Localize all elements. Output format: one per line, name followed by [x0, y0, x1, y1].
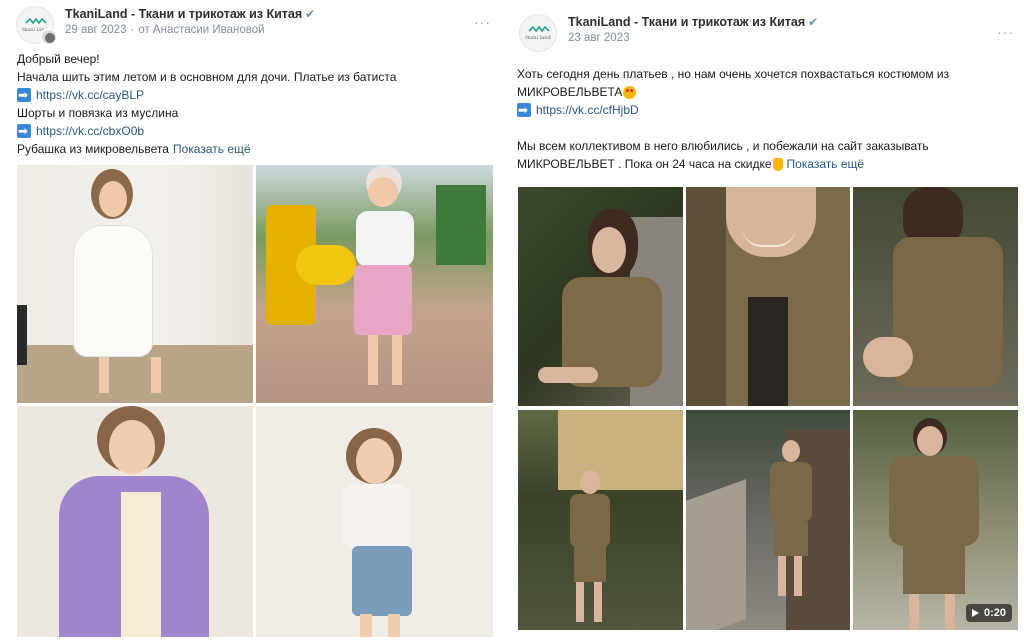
text-line: МИКРОВЕЛЬВЕТ . Пока он 24 часа на скидке: [517, 157, 772, 171]
verified-icon: ✔: [808, 15, 819, 29]
text-line: Добрый вечер!: [17, 52, 100, 66]
post-right: tkani land TkaniLand - Ткани и трикотаж …: [505, 0, 1024, 640]
post-link[interactable]: https://vk.cc/cbxO0b: [36, 122, 144, 140]
photo-woman-sitting-side[interactable]: [853, 187, 1018, 406]
photo-girl-playground[interactable]: [256, 165, 493, 403]
photo-grid: [17, 165, 493, 637]
logo-wave-icon: [25, 17, 47, 25]
verified-icon: ✔: [305, 7, 316, 21]
post-date[interactable]: 23 авг 2023: [568, 32, 629, 44]
video-woman-walking[interactable]: 0:20: [853, 410, 1018, 630]
more-options-icon[interactable]: ···: [997, 24, 1014, 40]
avatar-logo-text: tkani land: [525, 35, 551, 41]
text-line: Рубашка из микровельвета: [17, 142, 169, 156]
group-name[interactable]: TkaniLand - Ткани и трикотаж из Китая ✔: [568, 15, 818, 29]
author-avatar[interactable]: [40, 28, 58, 46]
photo-woman-sitting-wall[interactable]: [518, 187, 683, 406]
heart-eyes-emoji-icon: [623, 85, 637, 99]
more-options-icon[interactable]: ···: [474, 14, 491, 30]
post-date[interactable]: 29 авг 2023: [65, 24, 126, 36]
text-line: Шорты и повязка из муслина: [17, 106, 179, 120]
post-link[interactable]: https://vk.cc/cayBLP: [36, 86, 144, 104]
post-header: tkani land TkaniLand - Ткани и трикотаж …: [14, 6, 519, 46]
post-author[interactable]: от Анастасии Ивановой: [138, 24, 264, 36]
group-name[interactable]: TkaniLand - Ткани и трикотаж из Китая ✔: [65, 7, 315, 21]
photo-girl-white-dress[interactable]: [17, 165, 253, 403]
video-duration-badge: 0:20: [965, 604, 1012, 622]
logo-wave-icon: [528, 25, 550, 33]
post-header: tkani land TkaniLand - Ткани и трикотаж …: [517, 14, 1024, 52]
text-line: МИКРОВЕЛЬВЕТА: [517, 85, 623, 99]
post-left: tkani land TkaniLand - Ткани и трикотаж …: [0, 0, 505, 640]
video-duration: 0:20: [983, 607, 1006, 619]
text-line: Мы всем коллективом в него влюбились , и…: [517, 139, 929, 153]
text-line: Хоть сегодня день платьев , но нам очень…: [517, 67, 950, 81]
meta-separator: ·: [130, 24, 135, 36]
photo-jacket-closeup[interactable]: [686, 187, 850, 406]
post-text: Хоть сегодня день платьев , но нам очень…: [517, 65, 949, 173]
photo-grid: 0:20: [518, 187, 1018, 630]
text-line: Начала шить этим летом и в основном для …: [17, 70, 397, 84]
photo-woman-stairs[interactable]: [686, 410, 850, 630]
arrow-right-icon: [17, 122, 31, 140]
photo-woman-full-house[interactable]: [518, 410, 683, 630]
arrow-right-icon: [17, 86, 31, 104]
post-text: Добрый вечер! Начала шить этим летом и в…: [17, 50, 396, 158]
group-avatar[interactable]: tkani land: [519, 14, 557, 52]
post-meta: 29 авг 2023 · от Анастасии Ивановой: [65, 24, 265, 36]
post-link[interactable]: https://vk.cc/cfHjbD: [536, 101, 639, 119]
hand-emoji-icon: [772, 157, 783, 171]
arrow-right-icon: [517, 101, 531, 119]
show-more-link[interactable]: Показать ещё: [787, 155, 865, 173]
show-more-link[interactable]: Показать ещё: [173, 140, 251, 158]
photo-girl-lilac-shirt[interactable]: [17, 406, 253, 637]
play-icon: [971, 609, 979, 617]
photo-girl-blue-shorts[interactable]: [256, 406, 493, 637]
